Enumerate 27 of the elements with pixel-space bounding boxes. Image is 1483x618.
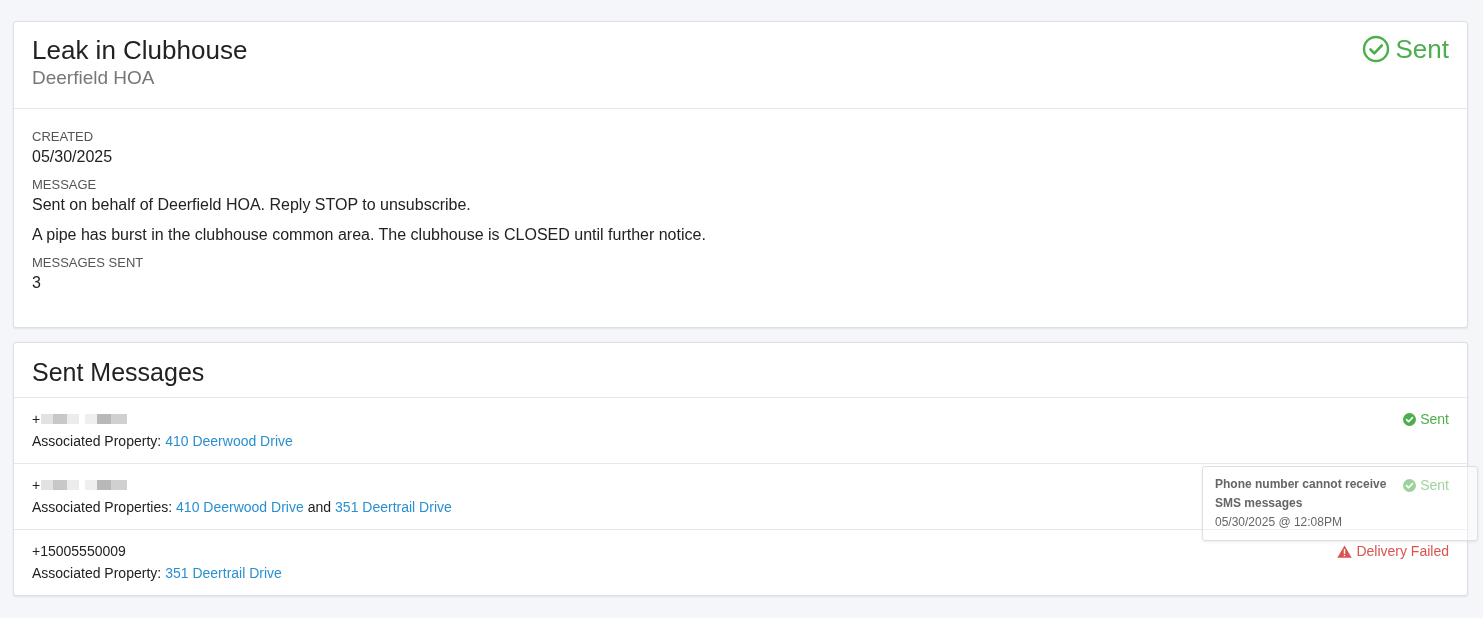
campaign-subtitle: Deerfield HOA: [32, 66, 156, 90]
tooltip-message: Phone number cannot receive SMS messages: [1215, 476, 1388, 512]
phone-number: +15005550009: [32, 542, 126, 560]
property-label: Associated Properties:: [32, 498, 173, 516]
field-label: MESSAGE: [32, 177, 98, 193]
field-value: 05/30/2025: [32, 147, 114, 167]
property-label: Associated Property:: [32, 564, 162, 582]
field-value: Sent on behalf of Deerfield HOA. Reply STOP to unsubscribe.: [32, 195, 472, 215]
section-title: Sent Messages: [14, 343, 1467, 398]
property-link[interactable]: 410 Deerwood Drive: [176, 498, 304, 516]
property-link[interactable]: 351 Deertrail Drive: [335, 498, 452, 516]
phone-number: +: [32, 410, 41, 428]
delivery-status: Sent: [1420, 476, 1449, 494]
property-label: Associated Property:: [32, 432, 162, 450]
field-label: MESSAGES SENT: [32, 255, 145, 271]
phone-number: +: [32, 476, 41, 494]
field-value: A pipe has burst in the clubhouse common area. The clubhouse is CLOSED until further notice.: [32, 225, 707, 245]
property-link[interactable]: 410 Deerwood Drive: [165, 432, 293, 450]
field-value: 3: [32, 273, 42, 293]
property-link[interactable]: 351 Deertrail Drive: [165, 564, 282, 582]
joiner-text: and: [307, 498, 332, 516]
campaign-title: Leak in Clubhouse: [32, 34, 248, 66]
field-label: CREATED: [32, 129, 95, 145]
tooltip-time: 05/30/2025 @ 12:08PM: [1215, 514, 1343, 531]
delivery-status: Sent: [1420, 410, 1449, 428]
delivery-status: Delivery Failed: [1356, 542, 1449, 560]
campaign-status: Sent: [1395, 33, 1449, 65]
